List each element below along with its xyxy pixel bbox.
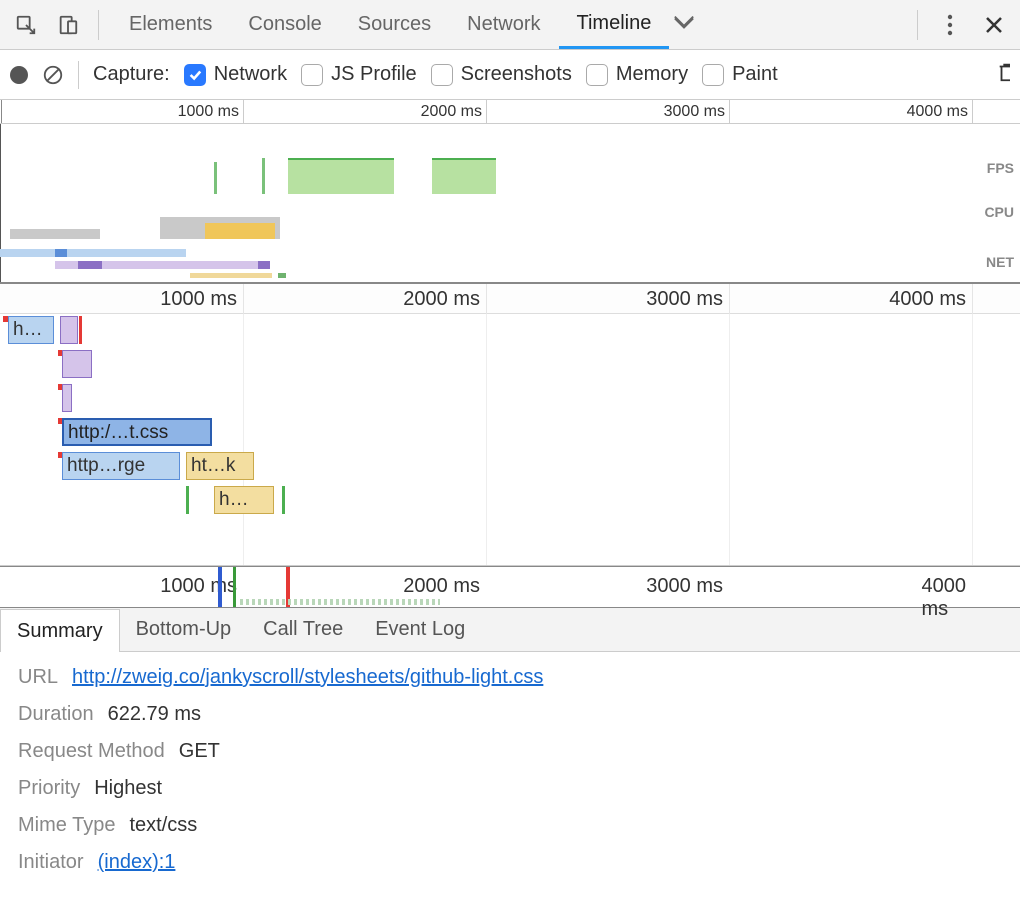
- capture-option-paint[interactable]: Paint: [702, 63, 778, 86]
- tab-sources[interactable]: Sources: [340, 0, 449, 49]
- net-lane: [0, 249, 1020, 279]
- bar-html[interactable]: http…rge: [62, 452, 180, 480]
- detail-link-initiator[interactable]: (index):1: [98, 851, 176, 874]
- checkbox-icon[interactable]: [586, 64, 608, 86]
- ruler-tick: 1000 ms: [160, 575, 243, 598]
- bar-css[interactable]: [62, 350, 92, 378]
- tab-network[interactable]: Network: [449, 0, 558, 49]
- main-ruler[interactable]: 1000 ms 2000 ms 3000 ms 4000 ms: [0, 284, 1020, 314]
- ruler-tick: 3000 ms: [664, 103, 729, 121]
- bar-css[interactable]: [62, 384, 72, 412]
- topbar-right: [911, 7, 1012, 43]
- option-label: Network: [214, 63, 287, 86]
- clear-icon[interactable]: [42, 64, 64, 86]
- detail-key-url: URL: [18, 666, 58, 689]
- option-label: JS Profile: [331, 63, 417, 86]
- fps-lane: [0, 154, 1020, 194]
- bar-script[interactable]: ht…k: [186, 452, 254, 480]
- divider: [78, 61, 79, 89]
- capture-toolbar: Capture: Network JS Profile Screenshots …: [0, 50, 1020, 100]
- ruler-tick: 1000 ms: [160, 288, 243, 311]
- bar-css[interactable]: [60, 316, 78, 344]
- ruler-tick: 2000 ms: [403, 288, 486, 311]
- tab-elements[interactable]: Elements: [111, 0, 230, 49]
- details-tabs: Summary Bottom-Up Call Tree Event Log: [0, 608, 1020, 652]
- detail-value-method: GET: [179, 740, 220, 763]
- dcl-marker: [218, 567, 222, 607]
- detail-value-duration: 622.79 ms: [108, 703, 201, 726]
- details-tab-bottomup[interactable]: Bottom-Up: [120, 608, 248, 651]
- checkbox-icon[interactable]: [702, 64, 724, 86]
- divider: [917, 10, 918, 40]
- checkbox-icon[interactable]: [431, 64, 453, 86]
- ruler-tick: 2000 ms: [403, 575, 486, 598]
- detail-link-url[interactable]: http://zweig.co/jankyscroll/stylesheets/…: [72, 666, 543, 689]
- checkbox-checked-icon[interactable]: [184, 64, 206, 86]
- bar-start-marker: [186, 486, 189, 514]
- record-button-icon[interactable]: [10, 66, 28, 84]
- ruler-tick: 3000 ms: [646, 288, 729, 311]
- close-icon[interactable]: [976, 7, 1012, 43]
- bar-script[interactable]: h…: [214, 486, 274, 514]
- option-label: Memory: [616, 63, 688, 86]
- ruler-tick: 4000 ms: [889, 288, 972, 311]
- cpu-lane: [0, 209, 1020, 239]
- kebab-menu-icon[interactable]: [932, 7, 968, 43]
- details-tab-eventlog[interactable]: Event Log: [359, 608, 481, 651]
- tab-console[interactable]: Console: [230, 0, 339, 49]
- capture-option-memory[interactable]: Memory: [586, 63, 688, 86]
- capture-option-jsprofile[interactable]: JS Profile: [301, 63, 417, 86]
- ruler-tick: 4000 ms: [922, 575, 973, 621]
- detail-key-initiator: Initiator: [18, 851, 84, 874]
- network-flame-pane[interactable]: h… http:/…t.css http…rge ht…k h…: [0, 314, 1020, 566]
- bar-selected-css[interactable]: http:/…t.css: [62, 418, 212, 446]
- divider: [98, 10, 99, 40]
- bar-end-marker: [79, 316, 82, 344]
- capture-label: Capture:: [93, 63, 170, 86]
- option-label: Paint: [732, 63, 778, 86]
- option-label: Screenshots: [461, 63, 572, 86]
- detail-value-priority: Highest: [94, 777, 162, 800]
- devtools-topbar: Elements Console Sources Network Timelin…: [0, 0, 1020, 50]
- capture-option-screenshots[interactable]: Screenshots: [431, 63, 572, 86]
- ruler-tick: 3000 ms: [646, 575, 729, 598]
- checkbox-icon[interactable]: [301, 64, 323, 86]
- more-tabs-chevron-icon[interactable]: [669, 14, 699, 35]
- overview-pane[interactable]: FPS CPU NET: [0, 124, 1020, 284]
- device-toggle-icon[interactable]: [50, 7, 86, 43]
- bar-html[interactable]: h…: [8, 316, 54, 344]
- ruler-tick: 2000 ms: [421, 103, 486, 121]
- capture-option-network[interactable]: Network: [184, 63, 287, 86]
- details-tab-summary[interactable]: Summary: [0, 609, 120, 652]
- detail-key-mime: Mime Type: [18, 814, 115, 837]
- first-paint-marker: [233, 567, 236, 607]
- detail-key-priority: Priority: [18, 777, 80, 800]
- trash-icon[interactable]: [996, 61, 1010, 89]
- details-tab-calltree[interactable]: Call Tree: [247, 608, 359, 651]
- details-panel: URL http://zweig.co/jankyscroll/styleshe…: [0, 652, 1020, 902]
- tab-timeline[interactable]: Timeline: [559, 0, 670, 49]
- overview-ruler[interactable]: 1000 ms 2000 ms 3000 ms 4000 ms: [0, 100, 1020, 124]
- bar-end-marker: [282, 486, 285, 514]
- detail-key-method: Request Method: [18, 740, 165, 763]
- marker-ruler[interactable]: 1000 ms 2000 ms 3000 ms 4000 ms: [0, 566, 1020, 608]
- detail-key-duration: Duration: [18, 703, 94, 726]
- detail-value-mime: text/css: [129, 814, 197, 837]
- ruler-tick: 1000 ms: [178, 103, 243, 121]
- inspect-icon[interactable]: [8, 7, 44, 43]
- ruler-tick: 4000 ms: [907, 103, 972, 121]
- panel-tabs: Elements Console Sources Network Timelin…: [111, 0, 905, 49]
- activity-dots: [240, 599, 440, 605]
